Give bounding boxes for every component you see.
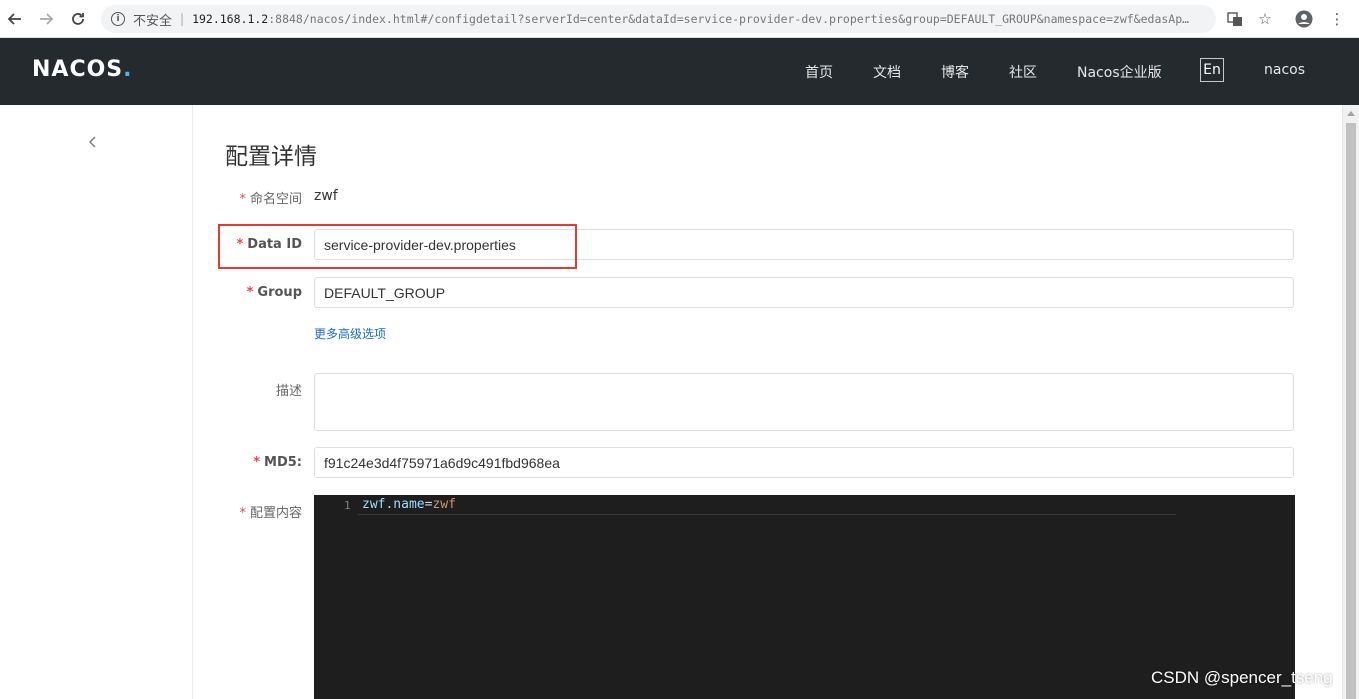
nav-home[interactable]: 首页	[805, 62, 833, 82]
profile-icon[interactable]	[1294, 9, 1314, 29]
address-bar[interactable]: i 不安全 | 192.168.1.2 :8848/nacos/index.ht…	[101, 5, 1216, 33]
address-separator: |	[180, 12, 185, 26]
menu-kebab-icon[interactable]: ⋮	[1327, 9, 1347, 29]
back-button[interactable]	[4, 8, 26, 30]
nav-docs[interactable]: 文档	[873, 62, 901, 82]
nav-community[interactable]: 社区	[1009, 62, 1037, 82]
info-icon[interactable]: i	[111, 12, 125, 26]
config-content-editor[interactable]: 1 zwf.name=zwf	[314, 495, 1295, 699]
top-header: NACOS. 首页 文档 博客 社区 Nacos企业版 En nacos	[0, 38, 1359, 105]
scrollbar-thumb[interactable]	[1346, 123, 1356, 699]
nacos-logo[interactable]: NACOS.	[32, 57, 133, 82]
star-icon[interactable]: ☆	[1255, 9, 1275, 29]
scroll-up-arrow-icon[interactable]	[1347, 111, 1355, 116]
line-number: 1	[344, 499, 351, 512]
arrow-left-icon	[7, 13, 21, 25]
language-switch-button[interactable]: En	[1200, 58, 1224, 82]
sidebar	[0, 105, 193, 699]
url-host: 192.168.1.2	[192, 12, 269, 26]
md5-label: * MD5:	[253, 455, 302, 470]
insecure-label: 不安全	[133, 13, 173, 29]
advanced-options-link[interactable]: 更多高级选项	[314, 325, 386, 342]
page-title: 配置详情	[225, 144, 317, 170]
url-path: :8848/nacos/index.html#/configdetail?ser…	[268, 12, 1190, 26]
reload-button[interactable]	[67, 8, 89, 30]
group-input[interactable]: DEFAULT_GROUP	[314, 277, 1294, 308]
current-line-highlight	[358, 496, 1176, 515]
content-label: * 配置内容	[239, 506, 302, 521]
description-textarea[interactable]	[314, 373, 1294, 431]
translate-icon[interactable]	[1225, 9, 1245, 29]
reload-icon	[72, 13, 84, 25]
browser-toolbar: i 不安全 | 192.168.1.2 :8848/nacos/index.ht…	[0, 0, 1359, 38]
arrow-right-icon	[40, 13, 54, 25]
highlight-annotation-box	[218, 224, 577, 269]
nav-blog[interactable]: 博客	[941, 62, 969, 82]
namespace-value: zwf	[314, 188, 338, 204]
user-menu[interactable]: nacos	[1264, 62, 1305, 78]
md5-input[interactable]: f91c24e3d4f75971a6d9c491fbd968ea	[314, 447, 1294, 478]
description-label: 描述	[275, 384, 302, 399]
forward-button[interactable]	[35, 8, 57, 30]
group-label: * Group	[246, 285, 302, 300]
code-line[interactable]: zwf.name=zwf	[362, 497, 456, 512]
nav-enterprise[interactable]: Nacos企业版	[1077, 62, 1162, 82]
namespace-label: * 命名空间	[239, 192, 302, 207]
chevron-left-icon[interactable]	[86, 135, 100, 149]
watermark: CSDN @spencer_tseng	[1151, 668, 1333, 687]
page-scrollbar[interactable]	[1342, 105, 1359, 699]
